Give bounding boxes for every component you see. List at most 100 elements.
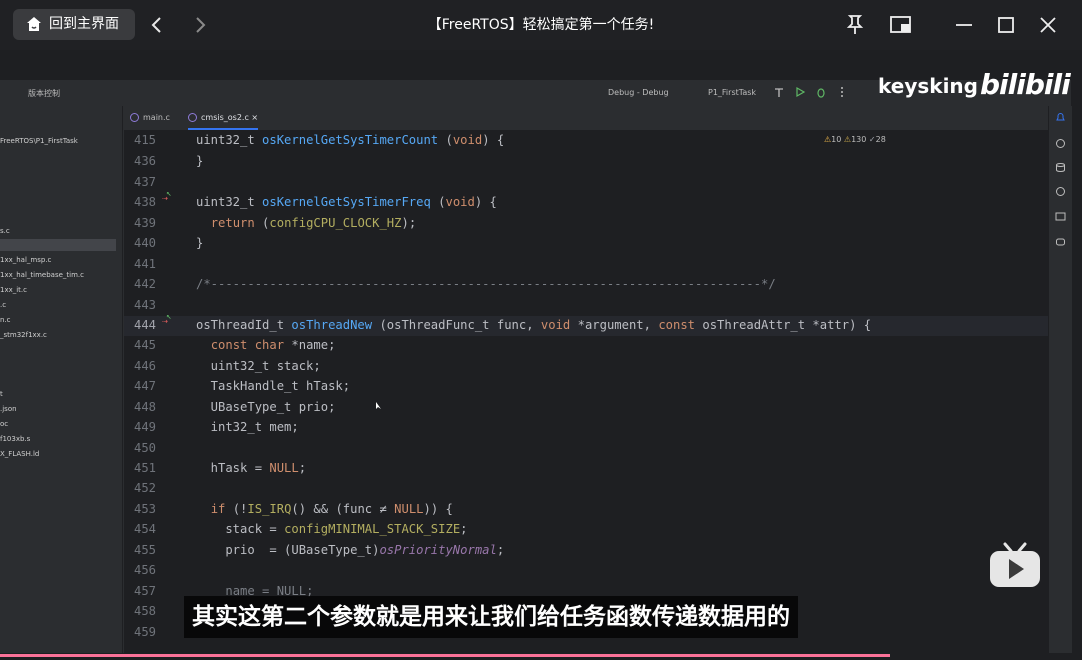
line-number: 441	[133, 257, 156, 271]
pin-icon[interactable]	[843, 13, 867, 37]
line-number: 439	[133, 216, 156, 230]
code-line[interactable]: 452	[124, 479, 1048, 499]
home-button[interactable]: 回到主界面	[13, 9, 135, 40]
code-line[interactable]: 438 ⇢ ↖ uint32_t osKernelGetSysTimerFreq (v…	[124, 189, 1048, 213]
project-file[interactable]: s.c	[0, 227, 10, 235]
code-line[interactable]: 454 stack = configMINIMAL_STACK_SIZE;	[124, 520, 1048, 540]
project-file[interactable]: .c	[0, 301, 6, 309]
line-number: 456	[133, 563, 156, 577]
line-number: 437	[133, 175, 156, 189]
run-icon[interactable]	[794, 86, 806, 98]
bilibili-tv-play-icon[interactable]	[988, 540, 1042, 588]
code-text: prio = (UBaseType_t)osPriorityNormal;	[196, 543, 505, 557]
code-line[interactable]: 448 UBaseType_t prio;	[124, 398, 1048, 418]
project-file[interactable]: n.c	[0, 316, 11, 324]
line-number: 459	[133, 625, 156, 639]
python-console-icon[interactable]	[1055, 186, 1066, 197]
more-icon[interactable]	[836, 86, 848, 98]
close-icon[interactable]	[1036, 13, 1060, 37]
inspection-widget[interactable]: ⚠10 ⚠130 ✓28	[824, 135, 886, 144]
ai-assistant-icon[interactable]	[1055, 138, 1066, 149]
code-line[interactable]: 447 TaskHandle_t hTask;	[124, 377, 1048, 397]
channel-watermark: keysking	[878, 74, 978, 98]
code-editor[interactable]: 415 uint32_t osKernelGetSysTimerCount (vo…	[124, 131, 1048, 658]
project-path[interactable]: FreeRTOS\P1_FirstTask	[0, 137, 78, 145]
run-target-selector[interactable]: P1_FirstTask	[708, 88, 756, 97]
line-number: 444	[133, 318, 156, 332]
line-number: 442	[133, 277, 156, 291]
code-line[interactable]: 440}	[124, 234, 1048, 254]
notifications-icon[interactable]	[1055, 112, 1066, 123]
project-file[interactable]: _stm32f1xx.c	[0, 331, 47, 339]
code-line[interactable]: 456	[124, 561, 1048, 581]
tab-main-c[interactable]: main.c	[130, 106, 170, 130]
chevron-right-icon[interactable]	[189, 14, 211, 36]
line-number: 436	[133, 154, 156, 168]
line-number: 454	[133, 522, 156, 536]
line-number: 448	[133, 400, 156, 414]
c-file-icon	[188, 113, 197, 122]
code-line[interactable]: 451 hTask = NULL;	[124, 459, 1048, 479]
code-line[interactable]: 455 prio = (UBaseType_t)osPriorityNormal…	[124, 541, 1048, 561]
code-text: /*--------------------------------------…	[196, 277, 776, 291]
line-number: 440	[133, 236, 156, 250]
code-line[interactable]: 445 const char *name;	[124, 336, 1048, 356]
declaration-marker-icon[interactable]: ↖	[166, 189, 171, 199]
code-line[interactable]: 436}	[124, 152, 1048, 172]
code-line[interactable]: 449 int32_t mem;	[124, 418, 1048, 438]
project-file[interactable]: t	[0, 390, 3, 398]
line-number: 447	[133, 379, 156, 393]
debug-icon[interactable]	[815, 86, 827, 98]
memory-view-icon[interactable]	[1055, 211, 1066, 222]
database-icon[interactable]	[1055, 162, 1066, 173]
code-text: return (configCPU_CLOCK_HZ);	[210, 216, 417, 230]
code-text: hTask = NULL;	[196, 461, 307, 475]
code-text: }	[196, 236, 204, 250]
project-file-selected[interactable]	[0, 239, 116, 251]
project-file[interactable]: 1xx_hal_timebase_tim.c	[0, 271, 84, 279]
chevron-left-icon[interactable]	[146, 14, 168, 36]
code-line[interactable]: 443	[124, 296, 1048, 316]
video-title: 【FreeRTOS】轻松搞定第一个任务!	[427, 17, 655, 33]
code-line[interactable]: 437	[124, 173, 1048, 193]
code-text: uint32_t osKernelGetSysTimerCount (void)…	[196, 133, 505, 147]
copilot-icon[interactable]	[1055, 236, 1066, 247]
home-icon	[27, 17, 41, 31]
code-line[interactable]: 446 uint32_t stack;	[124, 357, 1048, 377]
minimize-icon[interactable]	[952, 13, 976, 37]
line-number: 449	[133, 420, 156, 434]
picture-in-picture-icon[interactable]	[889, 13, 913, 37]
project-file[interactable]: oc	[0, 420, 8, 428]
code-text: osThreadId_t osThreadNew (osThreadFunc_t…	[196, 318, 872, 332]
project-file[interactable]: 1xx_it.c	[0, 286, 27, 294]
code-line[interactable]: 441	[124, 255, 1048, 275]
run-config-selector[interactable]: Debug - Debug	[608, 88, 669, 97]
video-subtitle: 其实这第二个参数就是用来让我们给任务函数传递数据用的	[184, 596, 798, 638]
editor-tabs: main.c cmsis_os2.c ×	[124, 106, 1048, 131]
home-button-label: 回到主界面	[49, 16, 119, 32]
line-number: 452	[133, 481, 156, 495]
code-line[interactable]: 442 /*-----------------------------------…	[124, 275, 1048, 295]
project-file[interactable]: X_FLASH.ld	[0, 450, 39, 458]
code-line[interactable]: 415 uint32_t osKernelGetSysTimerCount (vo…	[124, 131, 1048, 151]
code-line[interactable]: 453 if (!IS_IRQ() && (func ≠ NULL)) {	[124, 500, 1048, 520]
line-number: 457	[133, 584, 156, 598]
project-tree: FreeRTOS\P1_FirstTask s.c 1xx_hal_msp.c …	[0, 106, 123, 658]
bilibili-logo: bilibili	[980, 68, 1071, 101]
code-text: }	[196, 154, 204, 168]
declaration-marker-icon[interactable]: ↖	[166, 312, 171, 322]
line-number: 451	[133, 461, 156, 475]
vcs-menu[interactable]: 版本控制	[28, 88, 60, 99]
project-file[interactable]: 1xx_hal_msp.c	[0, 256, 51, 264]
build-icon[interactable]	[773, 86, 785, 98]
maximize-icon[interactable]	[994, 13, 1018, 37]
close-tab-icon[interactable]: ×	[251, 113, 258, 122]
code-line[interactable]: 450	[124, 439, 1048, 459]
tab-cmsis-os2-c[interactable]: cmsis_os2.c ×	[188, 106, 259, 130]
line-number: 453	[133, 502, 156, 516]
code-line[interactable]: 439 return (configCPU_CLOCK_HZ);	[124, 214, 1048, 234]
tab-label: cmsis_os2.c	[201, 113, 249, 122]
code-line[interactable]: 444 ⇢ ↖ osThreadId_t osThreadNew (osThreadF…	[124, 312, 1048, 336]
project-file[interactable]: .json	[0, 405, 17, 413]
project-file[interactable]: f103xb.s	[0, 435, 30, 443]
